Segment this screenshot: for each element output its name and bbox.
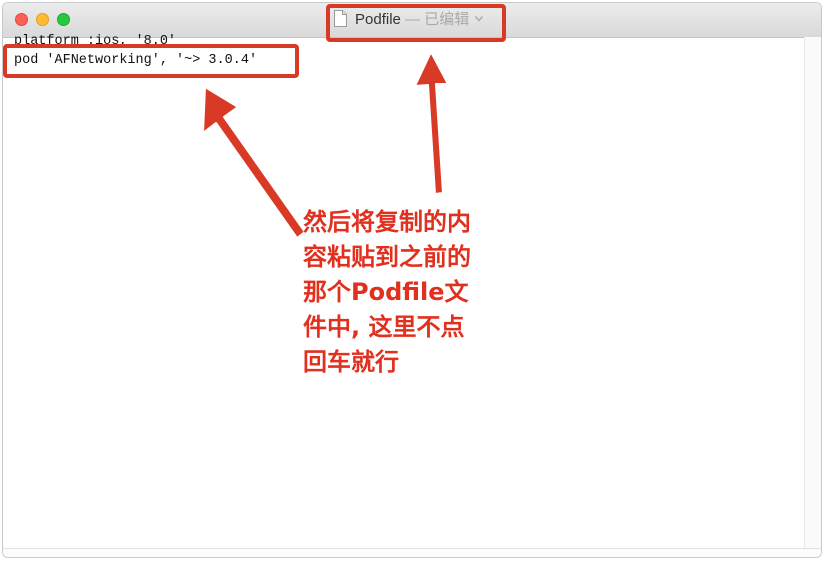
minimize-traffic-light-icon[interactable]: [36, 13, 49, 26]
annotation-text: 然后将复制的内 容粘贴到之前的 那个Podfile文 件中, 这里不点 回车就行: [303, 208, 471, 376]
close-traffic-light-icon[interactable]: [15, 13, 28, 26]
window-bottom-edge: [3, 548, 821, 557]
pod-line-highlight-box: [3, 44, 299, 78]
annotation-callout: 然后将复制的内 容粘贴到之前的 那个Podfile文 件中, 这里不点 回车就行: [303, 203, 511, 387]
zoom-traffic-light-icon[interactable]: [57, 13, 70, 26]
title-highlight-box: [326, 4, 506, 42]
vertical-scrollbar[interactable]: [804, 37, 821, 551]
